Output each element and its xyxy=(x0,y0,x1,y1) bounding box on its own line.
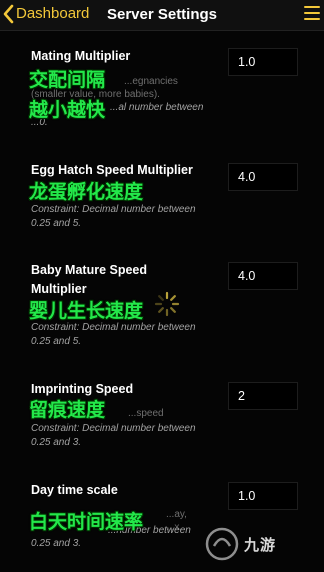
setting-constraint: ...al number between xyxy=(110,102,204,113)
overlay-caption: 婴儿生长速度 xyxy=(29,300,144,322)
watermark-text: 九游 xyxy=(244,536,277,554)
setting-constraint: Constraint: Decimal number between xyxy=(31,322,196,333)
day-time-scale-input[interactable] xyxy=(228,482,298,510)
setting-description: (smaller value, more babies). xyxy=(31,89,160,100)
setting-constraint: 0.25 and 5. xyxy=(31,218,82,229)
overlay-caption: 龙蛋孵化速度 xyxy=(29,181,144,203)
setting-constraint: 0.25 and 5. xyxy=(31,336,82,347)
chevron-left-icon xyxy=(3,4,14,24)
setting-name: Day time scale xyxy=(31,483,118,497)
back-button-label: Dashboard xyxy=(16,5,90,22)
imprinting-speed-input[interactable] xyxy=(228,382,298,410)
setting-constraint: 0.25 and 3. xyxy=(31,538,82,549)
setting-name: Egg Hatch Speed Multiplier xyxy=(31,163,193,177)
egg-hatch-speed-input[interactable] xyxy=(228,163,298,191)
setting-description: ...speed xyxy=(128,408,164,419)
back-button[interactable]: Dashboard xyxy=(2,3,89,25)
setting-constraint: Constraint: Decimal number between xyxy=(31,423,196,434)
setting-name: Baby Mature Speed xyxy=(31,263,148,277)
navigation-bar: Dashboard Server Settings xyxy=(0,0,324,31)
overlay-caption: 留痕速度 xyxy=(29,399,106,421)
watermark-icon xyxy=(205,527,239,561)
setting-description: ...egnancies xyxy=(124,76,178,87)
setting-constraint: ...0. xyxy=(31,117,48,128)
setting-constraint: Constraint: Decimal number between xyxy=(31,204,196,215)
setting-constraint: ...number between xyxy=(108,525,191,536)
setting-name: Mating Multiplier xyxy=(31,49,131,63)
setting-description: ...ay, xyxy=(166,509,187,520)
loading-spinner-icon xyxy=(154,291,180,317)
baby-mature-speed-input[interactable] xyxy=(228,262,298,290)
watermark-logo: 九游 xyxy=(198,524,318,564)
setting-constraint: 0.25 and 3. xyxy=(31,437,82,448)
hamburger-menu-icon[interactable] xyxy=(304,6,320,20)
mating-multiplier-input[interactable] xyxy=(228,48,298,76)
setting-name: Imprinting Speed xyxy=(31,382,134,396)
